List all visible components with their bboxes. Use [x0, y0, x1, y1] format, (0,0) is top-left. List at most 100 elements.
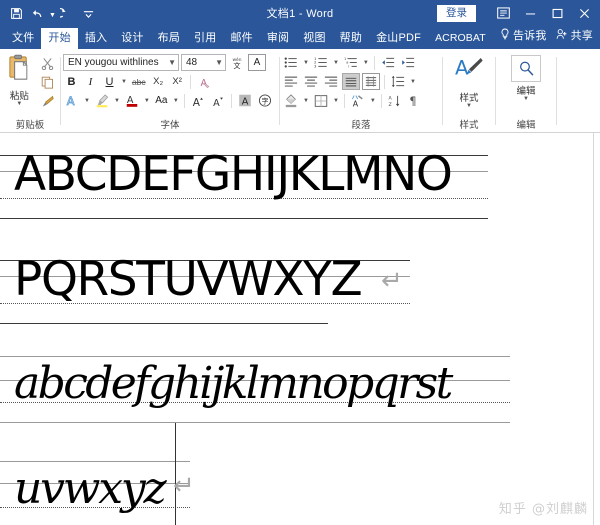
tab-mailings[interactable]: 邮件 — [223, 28, 259, 49]
increase-indent-icon[interactable] — [399, 54, 417, 71]
divider — [230, 93, 232, 108]
text-effects-icon[interactable]: A — [63, 92, 81, 109]
strikethrough-button[interactable]: abc — [130, 73, 148, 90]
staff-line-bottom — [0, 422, 510, 423]
customize-qat-icon[interactable] — [79, 4, 98, 23]
font-row-1: EN yougou withlines ▼ 48 ▼ wén 文 A — [63, 54, 277, 71]
font-name-value: EN yougou withlines — [68, 57, 159, 68]
document-area[interactable]: ABCDEFGHIJKLMNO PQRSTUVWXYZ ↵ abcdefghij… — [0, 133, 600, 525]
show-formatting-marks-icon[interactable]: ¶ — [406, 92, 424, 109]
paintbrush-icon[interactable] — [39, 93, 56, 109]
document-text-line-4[interactable]: uvwxyz — [14, 463, 167, 515]
tab-design[interactable]: 设计 — [114, 28, 150, 49]
minimize-icon[interactable] — [517, 1, 544, 25]
decrease-indent-icon[interactable] — [379, 54, 397, 71]
align-justify-icon[interactable] — [342, 73, 360, 90]
maximize-icon[interactable] — [544, 1, 571, 25]
paste-dropdown-caret-icon[interactable]: ▼ — [16, 101, 22, 107]
shading-caret-icon[interactable]: ▼ — [302, 98, 310, 104]
tab-review[interactable]: 审阅 — [260, 28, 296, 49]
tab-help[interactable]: 帮助 — [333, 28, 369, 49]
underline-button[interactable]: U — [101, 73, 118, 90]
line-spacing-caret-icon[interactable]: ▼ — [409, 79, 417, 85]
ribbon-display-options-icon[interactable] — [490, 1, 517, 25]
align-left-icon[interactable] — [282, 73, 300, 90]
change-case-caret-icon[interactable]: ▼ — [172, 98, 180, 104]
styles-button[interactable]: A 样式 ▼ — [445, 52, 493, 118]
document-page[interactable]: ABCDEFGHIJKLMNO PQRSTUVWXYZ ↵ abcdefghij… — [0, 133, 593, 525]
font-name-combobox[interactable]: EN yougou withlines ▼ — [63, 54, 179, 71]
undo-icon[interactable] — [28, 4, 47, 23]
character-shading-icon[interactable]: A — [236, 92, 254, 109]
underline-dropdown-caret-icon[interactable]: ▼ — [120, 79, 128, 85]
group-divider — [556, 56, 557, 125]
highlight-color-icon[interactable] — [93, 92, 111, 109]
chevron-down-icon[interactable]: ▼ — [212, 58, 223, 67]
document-text-line-2[interactable]: PQRSTUVWXYZ — [14, 254, 363, 306]
copy-icon[interactable] — [39, 74, 56, 90]
text-effects-caret-icon[interactable]: ▼ — [83, 98, 91, 104]
phonetic-guide-icon[interactable]: wén 文 — [228, 54, 246, 71]
grow-font-icon[interactable]: A — [189, 92, 207, 109]
paragraph-row-2: ▼ — [282, 73, 440, 90]
distribute-text-icon[interactable] — [362, 73, 380, 90]
chevron-down-icon[interactable]: ▼ — [165, 58, 176, 67]
bullets-caret-icon[interactable]: ▼ — [302, 60, 310, 66]
shading-icon[interactable] — [282, 92, 300, 109]
character-border-icon[interactable]: A — [248, 54, 266, 71]
editing-caret-icon[interactable]: ▼ — [523, 96, 529, 102]
tell-me-button[interactable]: 告诉我 — [495, 24, 552, 49]
pinyin-guide-icon[interactable]: A — [349, 92, 367, 109]
tab-home[interactable]: 开始 — [41, 28, 78, 49]
change-case-button[interactable]: Aa — [153, 92, 170, 109]
font-color-icon[interactable]: A — [123, 92, 141, 109]
tab-view[interactable]: 视图 — [296, 28, 332, 49]
tab-references[interactable]: 引用 — [187, 28, 223, 49]
font-color-caret-icon[interactable]: ▼ — [143, 98, 151, 104]
sign-in-button[interactable]: 登录 — [437, 4, 476, 22]
numbering-caret-icon[interactable]: ▼ — [332, 60, 340, 66]
clear-formatting-icon[interactable]: A — [195, 73, 213, 90]
cut-icon[interactable] — [39, 55, 56, 71]
bullet-list-icon[interactable] — [282, 54, 300, 71]
ribbon-group-clipboard: 粘贴 ▼ 剪贴板 — [0, 49, 60, 133]
save-icon[interactable] — [7, 4, 26, 23]
editing-button[interactable]: 编辑 ▼ — [498, 52, 554, 118]
sort-icon[interactable]: A Z — [386, 92, 404, 109]
superscript-button[interactable]: X² — [169, 73, 186, 90]
multilevel-caret-icon[interactable]: ▼ — [362, 60, 370, 66]
borders-caret-icon[interactable]: ▼ — [332, 98, 340, 104]
clipboard-mini-buttons — [37, 52, 58, 118]
styles-caret-icon[interactable]: ▼ — [466, 103, 472, 109]
enclose-characters-icon[interactable]: 字 — [256, 92, 274, 109]
tab-layout[interactable]: 布局 — [151, 28, 187, 49]
shrink-font-icon[interactable]: A — [209, 92, 227, 109]
font-row-3: A ▼ ▼ A ▼ Aa ▼ A A A 字 — [63, 92, 277, 109]
close-icon[interactable] — [571, 1, 598, 25]
line-spacing-icon[interactable] — [389, 73, 407, 90]
share-button[interactable]: 共享 — [552, 24, 597, 49]
redo-icon[interactable] — [58, 4, 77, 23]
undo-dropdown-caret-icon[interactable]: ▼ — [49, 12, 56, 19]
multilevel-list-icon[interactable]: 1 a i — [342, 54, 360, 71]
highlight-caret-icon[interactable]: ▼ — [113, 98, 121, 104]
tab-kingsoft-pdf[interactable]: 金山PDF — [369, 28, 428, 49]
subscript-button[interactable]: X₂ — [150, 73, 167, 90]
bold-button[interactable]: B — [63, 73, 80, 90]
svg-text:A: A — [353, 100, 359, 108]
document-text-line-1[interactable]: ABCDEFGHIJKLMNO — [14, 149, 453, 201]
tab-acrobat[interactable]: ACROBAT — [428, 28, 493, 49]
pinyin-caret-icon[interactable]: ▼ — [369, 98, 377, 104]
numbered-list-icon[interactable]: 1 2 3 — [312, 54, 330, 71]
font-size-combobox[interactable]: 48 ▼ — [181, 54, 226, 71]
handwriting-staff-1: ABCDEFGHIJKLMNO — [0, 133, 593, 228]
title-bar-right: 登录 — [437, 1, 600, 25]
document-text-line-3[interactable]: abcdefghijklmnopqrst — [14, 358, 453, 410]
borders-icon[interactable] — [312, 92, 330, 109]
italic-button[interactable]: I — [82, 73, 99, 90]
align-right-icon[interactable] — [322, 73, 340, 90]
tab-insert[interactable]: 插入 — [78, 28, 114, 49]
paste-button[interactable]: 粘贴 ▼ — [2, 52, 37, 118]
tab-file[interactable]: 文件 — [5, 28, 41, 49]
align-center-icon[interactable] — [302, 73, 320, 90]
